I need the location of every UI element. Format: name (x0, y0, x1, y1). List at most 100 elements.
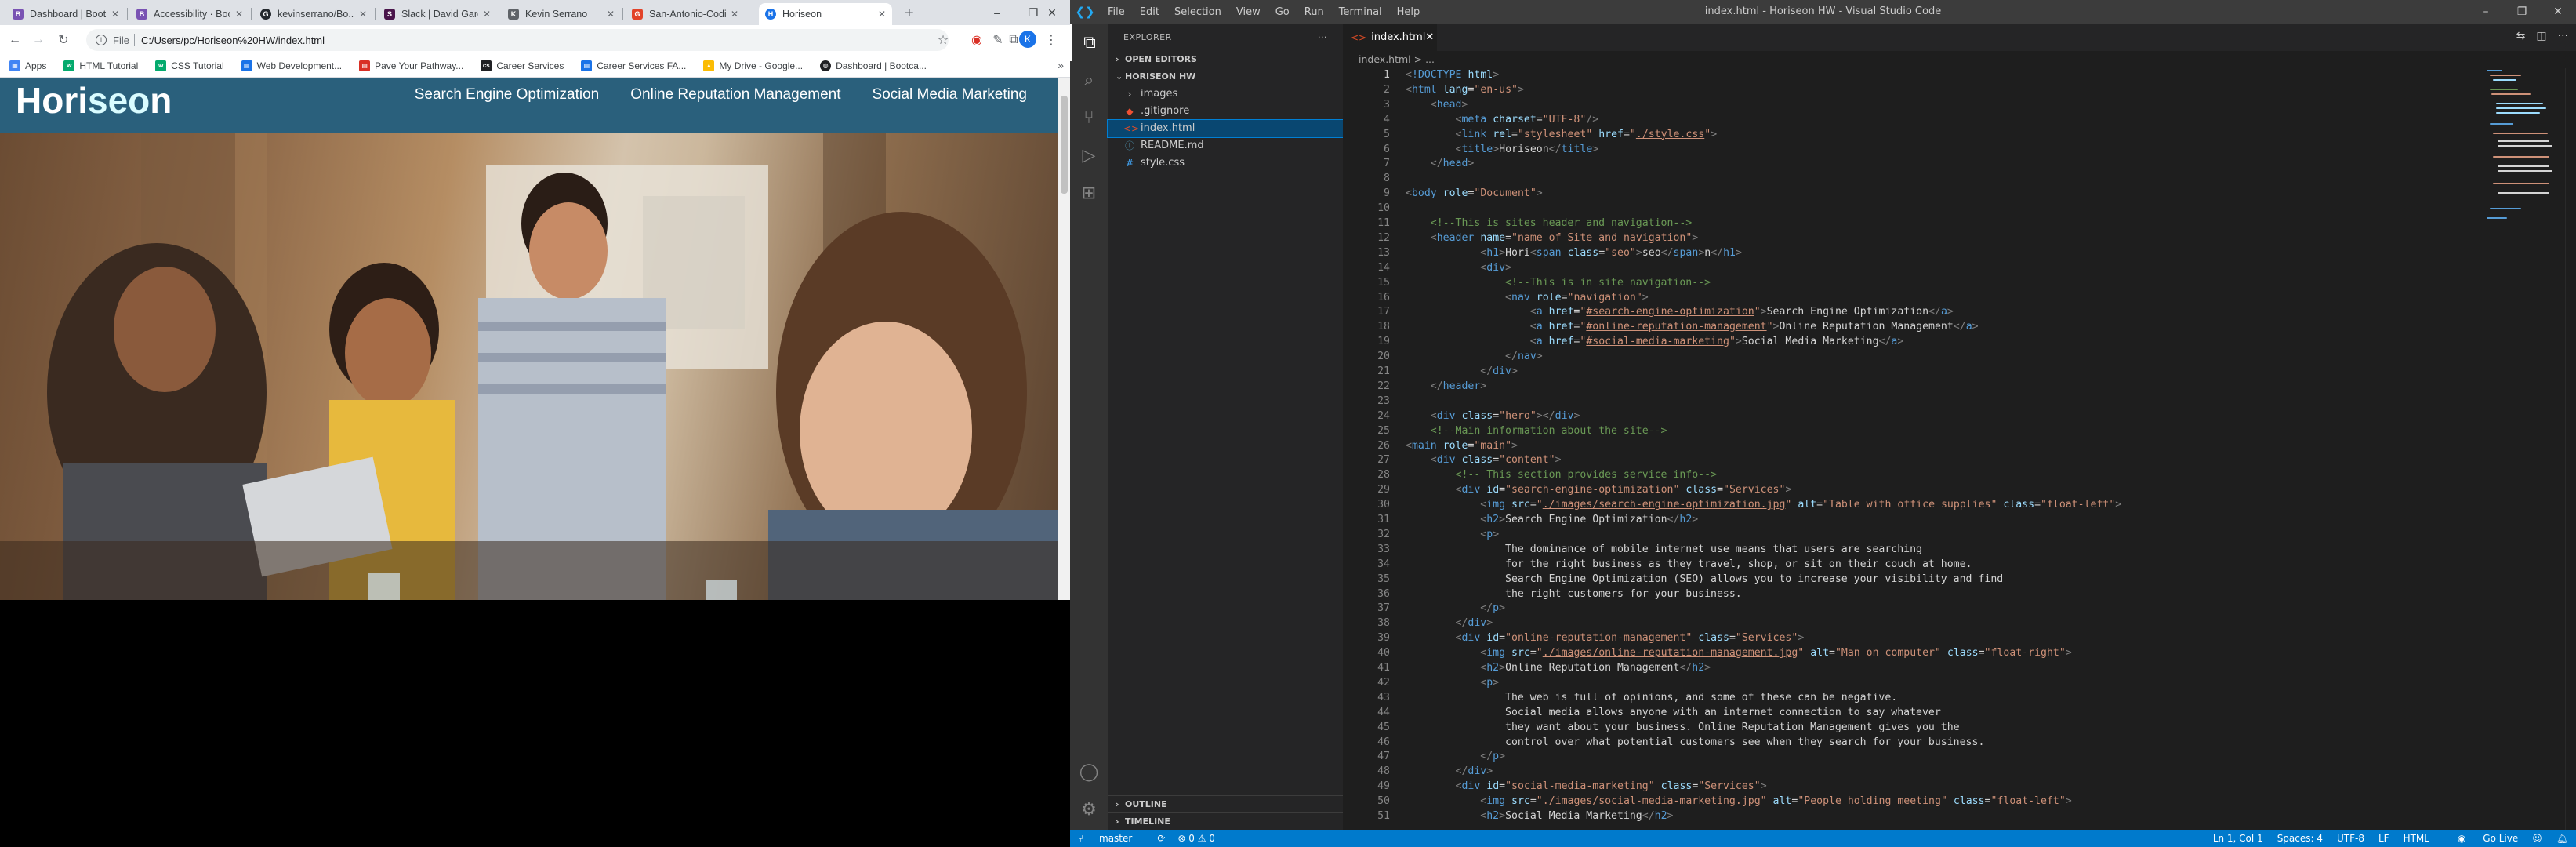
bookmark-apps[interactable]: ▦ Apps (9, 60, 46, 71)
bookmark-item[interactable]: ▤ Pave Your Pathway... (359, 60, 463, 71)
open-editors-section[interactable]: › OPEN EDITORS (1108, 51, 1343, 68)
browser-tab[interactable]: B Dashboard | Boot... ✕ (6, 3, 125, 25)
section-label: TIMELINE (1125, 816, 1170, 827)
new-tab-button[interactable]: + (905, 5, 914, 21)
menu-selection[interactable]: Selection (1174, 6, 1221, 18)
menu-help[interactable]: Help (1397, 6, 1420, 18)
outline-section[interactable]: › OUTLINE (1108, 795, 1343, 812)
menu-edit[interactable]: Edit (1140, 6, 1159, 18)
bookmark-item[interactable]: ▲ My Drive - Google... (703, 60, 803, 71)
close-tab-icon[interactable]: ✕ (111, 9, 119, 20)
menu-terminal[interactable]: Terminal (1339, 6, 1382, 18)
run-debug-icon[interactable]: ▷ (1070, 136, 1108, 174)
minimize-button[interactable]: – (2468, 0, 2504, 24)
close-tab-icon[interactable]: ✕ (235, 9, 243, 20)
tree-item-file-selected[interactable]: <> index.html (1107, 119, 1344, 138)
feedback-icon[interactable]: ☺ (2532, 833, 2542, 844)
back-icon[interactable]: ← (6, 31, 24, 49)
more-actions-icon[interactable]: ··· (2558, 30, 2568, 42)
notifications-bell-icon[interactable]: 🔔︎ (2556, 833, 2568, 844)
close-window-button[interactable]: ✕ (1034, 0, 1070, 25)
section-label: OUTLINE (1125, 799, 1167, 809)
more-actions-icon[interactable]: ··· (1318, 24, 1327, 51)
editor-scrollbar[interactable] (2565, 68, 2576, 830)
minimize-button[interactable]: – (979, 0, 1015, 25)
forward-icon[interactable]: → (30, 31, 47, 49)
git-branch[interactable]: ⑂ master (1078, 833, 1145, 844)
split-editor-icon[interactable]: ◫ (2536, 30, 2546, 42)
menu-view[interactable]: View (1236, 6, 1261, 18)
close-tab-icon[interactable]: ✕ (878, 9, 886, 20)
compare-icon[interactable]: ⇆ (2516, 30, 2526, 42)
browser-tab[interactable]: G kevinserrano/Bo... ✕ (254, 3, 373, 25)
sync-icon[interactable]: ⟳ (1157, 833, 1165, 844)
bookmark-item[interactable]: ▤ Career Services FA... (581, 60, 686, 71)
tree-item-file[interactable]: ⓘ README.md (1108, 137, 1343, 154)
encoding[interactable]: UTF-8 (2337, 833, 2364, 844)
menu-go[interactable]: Go (1275, 6, 1290, 18)
timeline-section[interactable]: › TIMELINE (1108, 812, 1343, 830)
scrollbar-thumb[interactable] (1061, 96, 1068, 194)
go-live-button[interactable]: ◉ Go Live (2444, 833, 2518, 844)
bookmark-item[interactable]: ◍ Dashboard | Bootca... (820, 60, 927, 71)
reload-icon[interactable]: ↻ (55, 31, 72, 49)
browser-tab[interactable]: S Slack | David Garc... ✕ (378, 3, 497, 25)
close-window-button[interactable]: ✕ (2540, 0, 2576, 24)
bookmark-item[interactable]: w CSS Tutorial (155, 60, 224, 71)
page-scrollbar[interactable] (1058, 78, 1070, 600)
settings-gear-icon[interactable]: ⚙ (1070, 791, 1108, 828)
tree-item-folder[interactable]: › images (1108, 85, 1343, 103)
line-number: 43 (1377, 691, 1390, 703)
code-editor[interactable]: 1 <!DOCTYPE html> 2 <html lang="en-us"> … (1343, 68, 2487, 830)
extension-icon[interactable]: ✎ (989, 31, 1007, 49)
profile-avatar[interactable]: K (1019, 31, 1036, 48)
close-tab-icon[interactable]: ✕ (731, 9, 738, 20)
nav-link-seo[interactable]: Search Engine Optimization (415, 86, 600, 104)
indentation[interactable]: Spaces: 4 (2277, 833, 2323, 844)
end-of-line[interactable]: LF (2378, 833, 2389, 844)
browser-tab-active[interactable]: H Horiseon ✕ (759, 3, 892, 25)
menu-file[interactable]: File (1108, 6, 1125, 18)
tab-label: Kevin Serrano (525, 9, 588, 20)
source-control-icon[interactable]: ⑂ (1070, 99, 1108, 136)
close-tab-icon[interactable]: ✕ (607, 9, 615, 20)
bookmark-item[interactable]: cs Career Services (481, 60, 564, 71)
extension-icon[interactable]: ◉ (968, 31, 985, 49)
minimap-line (2493, 183, 2549, 184)
minimap[interactable] (2487, 68, 2565, 256)
line-number: 26 (1377, 439, 1390, 452)
close-tab-icon[interactable]: ✕ (359, 9, 367, 20)
menu-run[interactable]: Run (1304, 6, 1324, 18)
nav-link-reputation[interactable]: Online Reputation Management (630, 86, 840, 104)
browser-tab[interactable]: B Accessibility · Boo... ✕ (130, 3, 249, 25)
bookmarks-overflow-icon[interactable]: » (1058, 59, 1064, 71)
code-line: <html lang="en-us"> (1406, 83, 1524, 96)
info-icon[interactable]: i (96, 35, 107, 45)
close-tab-icon[interactable]: ✕ (1425, 31, 1434, 43)
site-logo: Horiseon (16, 78, 172, 122)
project-section[interactable]: ⌄ HORISEON HW (1108, 68, 1343, 85)
bookmark-star-icon[interactable]: ☆ (934, 31, 952, 49)
editor-tab-active[interactable]: <> index.html ✕ (1343, 24, 1437, 51)
language-mode[interactable]: HTML (2404, 833, 2429, 844)
tree-item-file[interactable]: ◆ .gitignore (1108, 103, 1343, 120)
bookmark-item[interactable]: w HTML Tutorial (63, 60, 138, 71)
nav-link-social[interactable]: Social Media Marketing (873, 86, 1027, 104)
explorer-files-icon[interactable]: ⧉ (1070, 24, 1108, 61)
search-icon[interactable]: ⌕ (1070, 61, 1108, 99)
account-icon[interactable]: ◯ (1070, 753, 1108, 791)
menu-kebab-icon[interactable]: ⋮ (1043, 31, 1060, 49)
browser-tab[interactable]: G San-Antonio-Codi... ✕ (626, 3, 745, 25)
address-bar[interactable]: i File C:/Users/pc/Horiseon%20HW/index.h… (86, 29, 949, 51)
maximize-button[interactable]: ❐ (2504, 0, 2540, 24)
url-text[interactable]: C:/Users/pc/Horiseon%20HW/index.html (141, 35, 325, 46)
extensions-icon[interactable]: ⊞ (1070, 174, 1108, 212)
tree-item-file[interactable]: # style.css (1108, 154, 1343, 172)
browser-tab[interactable]: K Kevin Serrano ✕ (502, 3, 621, 25)
close-tab-icon[interactable]: ✕ (483, 9, 491, 20)
bookmark-item[interactable]: ▤ Web Development... (241, 60, 342, 71)
problems-indicator[interactable]: ⊗ 0 ⚠ 0 (1177, 833, 1215, 844)
breadcrumb[interactable]: index.html > ... (1343, 51, 2576, 68)
cursor-position[interactable]: Ln 1, Col 1 (2213, 833, 2263, 844)
line-number: 19 (1377, 336, 1390, 348)
